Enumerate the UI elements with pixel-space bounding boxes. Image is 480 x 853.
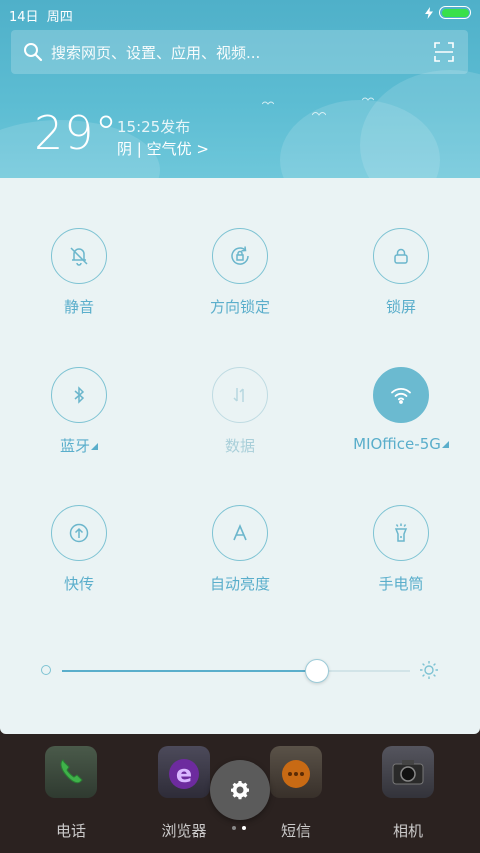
toggle-bluetooth-button[interactable] (51, 367, 107, 423)
scan-icon[interactable] (434, 42, 454, 62)
toggle-auto-brightness[interactable]: 自动亮度 (170, 505, 310, 615)
app-camera-label: 相机 (392, 822, 423, 840)
toggle-rotation-lock[interactable]: 方向锁定 (170, 228, 310, 338)
brightness-low-icon (41, 665, 51, 675)
settings-button[interactable] (210, 760, 270, 820)
toggle-auto-brightness-label: 自动亮度 (209, 575, 270, 593)
brightness-slider[interactable] (62, 659, 410, 683)
bluetooth-icon (74, 386, 85, 404)
weekday-label: 周四 (46, 10, 73, 25)
toggle-mobile-data-label: 数据 (224, 437, 255, 455)
phone-icon (45, 746, 97, 798)
wifi-icon (391, 388, 411, 404)
brightness-slider-thumb[interactable] (305, 659, 329, 683)
toggle-mute[interactable]: 静音 (9, 228, 149, 338)
toggle-mobile-data[interactable]: 数据 (170, 367, 310, 477)
bell-off-icon (70, 247, 88, 266)
toggle-wifi[interactable]: MIOffice-5G (331, 367, 471, 477)
page-indicator (232, 826, 246, 830)
charging-icon (425, 6, 433, 19)
gear-icon (231, 781, 249, 800)
search-placeholder: 搜索网页、设置、应用、视频... (51, 43, 261, 62)
app-messages-label: 短信 (280, 822, 311, 840)
bird-icon (262, 101, 274, 105)
auto-brightness-icon (233, 523, 247, 541)
status-icons (425, 6, 471, 19)
toggle-auto-brightness-button[interactable] (212, 505, 268, 561)
flashlight-icon (394, 523, 408, 542)
rotation-lock-icon (231, 246, 249, 265)
toggle-wifi-label: MIOffice-5G (331, 435, 471, 453)
toggle-rotation-lock-label: 方向锁定 (209, 298, 270, 316)
notification-header: 14日 周四 搜索网页、设置、应用、视频... 29° 15:25发布 阴 | … (0, 0, 480, 178)
weather-publish-time: 15:25发布 (117, 118, 191, 136)
brightness-slider-fill (62, 670, 316, 672)
toggle-lock-screen-label: 锁屏 (385, 298, 416, 316)
toggle-mute-button[interactable] (51, 228, 107, 284)
status-bar: 14日 周四 (9, 6, 471, 25)
page-dot-active (242, 826, 246, 830)
weather-widget[interactable]: 29° 15:25发布 阴 | 空气优 > (34, 106, 209, 160)
bird-icon (312, 112, 326, 116)
toggle-quick-transfer-button[interactable] (51, 505, 107, 561)
toggle-wifi-button[interactable] (373, 367, 429, 423)
page-dot (232, 826, 236, 830)
toggle-quick-transfer-label: 快传 (63, 575, 94, 593)
date-label: 14日 (9, 10, 39, 25)
app-phone-label: 电话 (55, 822, 86, 840)
temperature: 29° (34, 106, 119, 160)
battery-icon (439, 6, 471, 19)
lock-icon (394, 248, 408, 264)
toggle-flashlight-button[interactable] (373, 505, 429, 561)
toggle-lock-screen-button[interactable] (373, 228, 429, 284)
toggle-bluetooth[interactable]: 蓝牙 (9, 367, 149, 477)
toggle-mobile-data-button[interactable] (212, 367, 268, 423)
mobile-data-icon (233, 388, 244, 402)
quick-settings-panel: 静音 方向锁定 锁屏 蓝牙 数据 MIOffice-5G 快传 自动亮度 手电筒 (0, 178, 480, 734)
svg-text:e: e (176, 760, 192, 788)
app-browser-label: 浏览器 (161, 822, 207, 840)
camera-icon (382, 746, 434, 798)
search-icon (24, 43, 43, 62)
messages-icon (270, 746, 322, 798)
toggle-quick-transfer[interactable]: 快传 (9, 505, 149, 615)
toggle-rotation-lock-button[interactable] (212, 228, 268, 284)
bird-icon (362, 97, 374, 101)
bluetooth-label-text: 蓝牙 (59, 437, 90, 455)
app-phone[interactable]: 电话 (21, 746, 121, 841)
brightness-high-icon (420, 661, 438, 679)
search-bar[interactable]: 搜索网页、设置、应用、视频... (11, 30, 468, 74)
expand-indicator-icon (441, 441, 449, 448)
toggle-lock-screen[interactable]: 锁屏 (331, 228, 471, 338)
wifi-network-name: MIOffice-5G (353, 435, 441, 453)
toggle-flashlight[interactable]: 手电筒 (331, 505, 471, 615)
browser-icon: e (158, 746, 210, 798)
weather-condition[interactable]: 阴 | 空气优 > (117, 138, 257, 160)
status-date: 14日 周四 (9, 6, 73, 25)
toggle-flashlight-label: 手电筒 (378, 575, 424, 593)
expand-indicator-icon (91, 443, 98, 450)
upload-icon (69, 523, 89, 543)
toggle-mute-label: 静音 (63, 298, 94, 316)
app-camera[interactable]: 相机 (358, 746, 458, 841)
toggle-bluetooth-label: 蓝牙 (9, 435, 149, 456)
